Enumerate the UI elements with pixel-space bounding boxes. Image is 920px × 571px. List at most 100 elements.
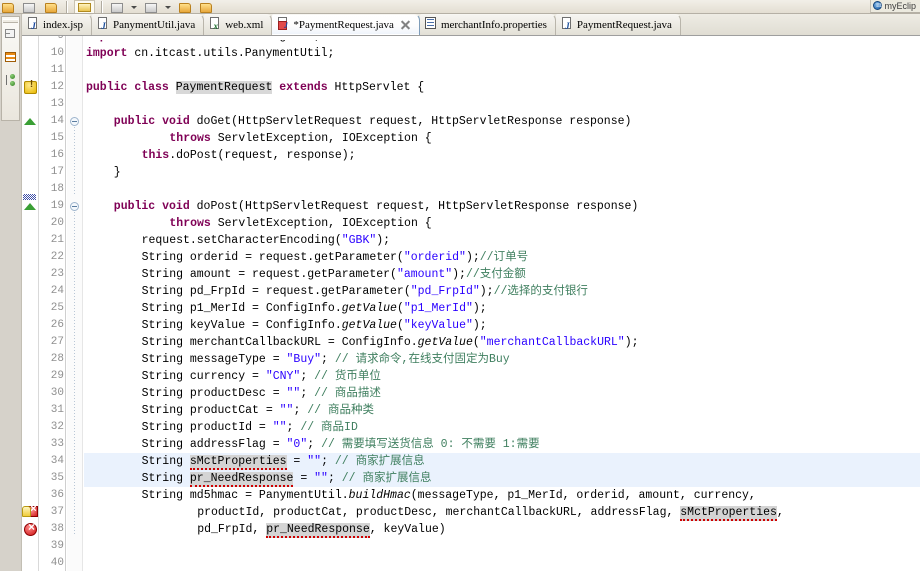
top-clip-mask (84, 36, 920, 40)
line-number: 28 (50, 353, 64, 365)
java-editor[interactable]: 9 10 11 12 13 14 15 16 17 18 19 20 21 22 23 24 25 26 27 28 2… (22, 36, 920, 571)
editor-tab-webxml[interactable]: web.xml (204, 14, 273, 35)
line-number: 13 (50, 98, 64, 110)
code-line: import cn.itcast.utils.PanymentUtil; (86, 47, 335, 60)
fold-connector (74, 212, 75, 535)
code-line: String productId = ""; // 商品ID (141, 421, 358, 434)
java-file-icon (97, 16, 109, 35)
editor-tab-label: PaymentRequest.java (576, 19, 672, 31)
edit-pencil-icon[interactable] (73, 0, 95, 13)
outline-view-icon[interactable] (3, 27, 18, 42)
editor-tab-label: index.jsp (43, 19, 84, 31)
fold-collapse-icon[interactable] (70, 117, 79, 126)
code-line: String pr_NeedResponse = ""; // 商家扩展信息 (141, 472, 432, 487)
line-number: 21 (50, 234, 64, 246)
fold-collapse-icon[interactable] (70, 202, 79, 211)
chevron-down-icon[interactable] (164, 0, 172, 13)
folding-ruler[interactable] (67, 36, 83, 571)
editor-tab-label: merchantInfo.properties (440, 19, 547, 31)
line-number: 14 (50, 115, 64, 127)
code-line: String productCat = ""; // 商品种类 (141, 404, 374, 417)
code-line: String currency = "CNY"; // 货币单位 (141, 370, 381, 383)
code-line: String pd_FrpId = request.getParameter("… (141, 285, 588, 298)
jsp-file-icon (27, 16, 39, 35)
code-line: } (113, 166, 121, 179)
line-number: 33 (50, 438, 64, 450)
line-number: 11 (50, 64, 64, 76)
myeclipse-window: myEclip index.jsp PanymentUtil.java web.xm… (0, 0, 920, 571)
code-line: this.doPost(request, response); (141, 149, 356, 162)
code-line: public void doPost(HttpServletRequest re… (113, 200, 639, 213)
line-number: 16 (50, 149, 64, 161)
line-number: 23 (50, 268, 64, 280)
line-number: 39 (50, 540, 64, 552)
line-number: 19 (50, 200, 64, 212)
quickfix-bulb-icon[interactable] (22, 506, 31, 517)
line-number: 10 (50, 47, 64, 59)
myeclipse-brand: myEclip (870, 0, 920, 13)
editor-tab-label: PanymentUtil.java (113, 19, 196, 31)
line-number: 18 (50, 183, 64, 195)
line-number: 24 (50, 285, 64, 297)
code-line: String keyValue = ConfigInfo.getValue("k… (141, 319, 487, 332)
annotation-ruler[interactable] (22, 36, 39, 571)
code-line: throws ServletException, IOException { (169, 217, 432, 230)
line-number: 15 (50, 132, 64, 144)
editor-tab-bar: index.jsp PanymentUtil.java web.xml *Paymen… (22, 14, 920, 36)
code-line: String messageType = "Buy"; // 请求命令,在线支付… (141, 353, 510, 366)
line-number: 34 (50, 455, 64, 467)
editor-tab-merchantinfoproperties[interactable]: merchantInfo.properties (419, 14, 556, 35)
line-number: 36 (50, 489, 64, 501)
line-number: 32 (50, 421, 64, 433)
line-number: 26 (50, 319, 64, 331)
back-icon[interactable] (177, 0, 194, 13)
forward-icon[interactable] (198, 0, 215, 13)
code-line: String sMctProperties = ""; // 商家扩展信息 (141, 455, 425, 470)
close-icon[interactable] (400, 19, 411, 30)
fast-view-grip[interactable] (3, 19, 18, 23)
line-number: 40 (50, 557, 64, 569)
database-explorer-icon[interactable] (3, 50, 18, 65)
editor-tab-panymentutiljava[interactable]: PanymentUtil.java (92, 14, 205, 35)
error-marker-icon[interactable] (24, 520, 38, 536)
new-wizard-icon[interactable] (21, 0, 38, 13)
package-explorer-icon[interactable] (3, 73, 18, 88)
line-number: 20 (50, 217, 64, 229)
editor-tab-label: *PaymentRequest.java (293, 19, 394, 31)
properties-file-icon (424, 17, 437, 30)
editor-tab-label: web.xml (225, 19, 264, 31)
code-line: public class PaymentRequest extends Http… (86, 81, 425, 94)
line-number: 31 (50, 404, 64, 416)
fast-view-bar (0, 14, 22, 571)
override-method-marker-icon (24, 203, 36, 210)
code-area[interactable]: import cn.itcast.utils.ConfigInfo;import… (84, 36, 920, 571)
brand-label: myEclip (884, 1, 916, 11)
deploy-icon[interactable] (109, 0, 126, 13)
open-folder-icon[interactable] (0, 0, 17, 13)
code-line: String addressFlag = "0"; // 需要填写送货信息 0:… (141, 438, 540, 451)
code-line: String amount = request.getParameter("am… (141, 268, 526, 281)
code-line: productId, productCat, productDesc, merc… (197, 506, 784, 521)
code-line: pd_FrpId, pr_NeedResponse, keyValue) (197, 523, 446, 538)
line-number: 25 (50, 302, 64, 314)
line-number: 38 (50, 523, 64, 535)
editor-tab-paymentrequestjava[interactable]: *PaymentRequest.java (272, 14, 420, 35)
server-icon[interactable] (143, 0, 160, 13)
chevron-down-icon[interactable] (130, 0, 138, 13)
code-line: throws ServletException, IOException { (169, 132, 432, 145)
line-number: 17 (50, 166, 64, 178)
xml-file-icon (209, 16, 221, 35)
line-number: 35 (50, 472, 64, 484)
save-icon[interactable] (43, 0, 60, 13)
change-bar-marker (23, 194, 36, 200)
override-method-marker-icon (24, 118, 36, 125)
editor-tab-indexjsp[interactable]: index.jsp (22, 14, 93, 35)
warning-marker-icon[interactable] (24, 79, 38, 94)
editor-tab-paymentrequestjava[interactable]: PaymentRequest.java (555, 14, 681, 35)
myeclipse-globe-icon (873, 0, 883, 12)
line-number: 27 (50, 336, 64, 348)
code-line: String md5hmac = PanymentUtil.buildHmac(… (141, 489, 756, 502)
